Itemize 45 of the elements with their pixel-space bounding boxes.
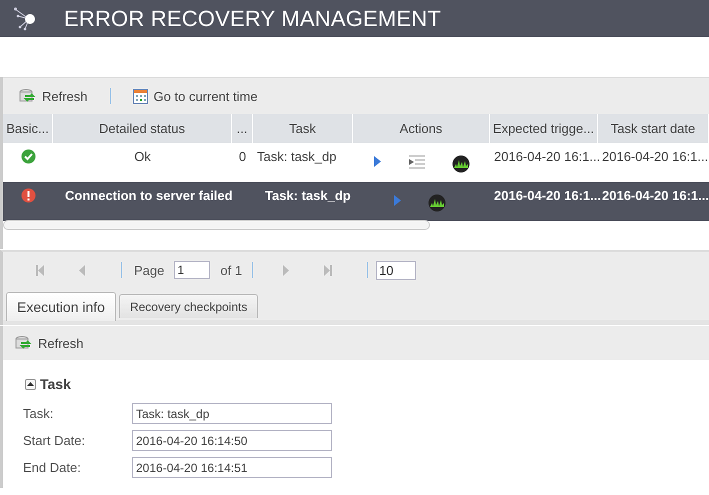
first-page-icon[interactable] xyxy=(35,264,45,276)
date-cell-text: 2016-04-20 16:1... xyxy=(493,187,598,205)
table-row[interactable]: Connection to server failed Task: task_dp 2016-04-20 16:1...2016-04-20 16:1... xyxy=(3,182,709,221)
next-page-icon[interactable] xyxy=(281,264,292,276)
field-label: Start Date: xyxy=(23,433,86,448)
input-field[interactable]: 2016-04-20 16:14:50 xyxy=(132,430,332,451)
date-cell-text: 2016-04-20 16:1... xyxy=(601,148,709,166)
refresh-button[interactable]: Refresh xyxy=(15,86,92,106)
task-cell-text: Task: task_dp xyxy=(264,187,352,205)
refresh-button[interactable]: Refresh xyxy=(11,333,88,353)
task-cell-text: Task: task_dp xyxy=(256,148,338,166)
page-size-input[interactable]: 10 xyxy=(376,260,416,280)
current-time-button[interactable]: Go to current time xyxy=(128,86,262,106)
input-field[interactable]: 2016-04-20 16:14:51 xyxy=(132,457,332,478)
tab[interactable]: Execution info xyxy=(6,292,116,321)
log-icon[interactable] xyxy=(408,155,426,169)
input-field[interactable]: Task: task_dp xyxy=(132,403,332,424)
count-cell-text: 0 xyxy=(238,148,248,166)
status-cell-text: Connection to server failed xyxy=(64,187,232,205)
play-icon[interactable] xyxy=(373,155,382,168)
date-cell-text: 2016-04-20 16:1... xyxy=(601,187,709,205)
refresh-icon xyxy=(19,88,36,104)
monitor-icon[interactable] xyxy=(428,194,446,212)
play-icon[interactable] xyxy=(393,194,402,207)
page-count: of 1 xyxy=(220,262,242,278)
collapse-toggle[interactable] xyxy=(25,378,36,390)
page-title: ERROR RECOVERY MANAGEMENT xyxy=(64,6,442,32)
previous-page-icon[interactable] xyxy=(77,264,87,276)
last-page-icon[interactable] xyxy=(323,264,334,276)
field-label: Task: xyxy=(23,406,54,421)
status-cell-text: Ok xyxy=(133,148,152,166)
tab[interactable]: Recovery checkpoints xyxy=(118,294,258,318)
section-title: Task xyxy=(40,376,71,392)
horizontal-scrollbar[interactable] xyxy=(3,220,430,230)
field-label: End Date: xyxy=(23,460,82,475)
check-icon xyxy=(20,149,36,164)
page-label: Page xyxy=(134,262,164,278)
calendar-icon xyxy=(132,88,148,104)
page-input[interactable]: 1 xyxy=(174,261,210,279)
refresh-icon xyxy=(15,335,32,351)
error-icon xyxy=(20,188,36,203)
caret-up-icon xyxy=(27,382,34,386)
logo-icon xyxy=(14,6,36,30)
monitor-icon[interactable] xyxy=(452,155,470,173)
date-cell-text: 2016-04-20 16:1... xyxy=(493,148,598,166)
